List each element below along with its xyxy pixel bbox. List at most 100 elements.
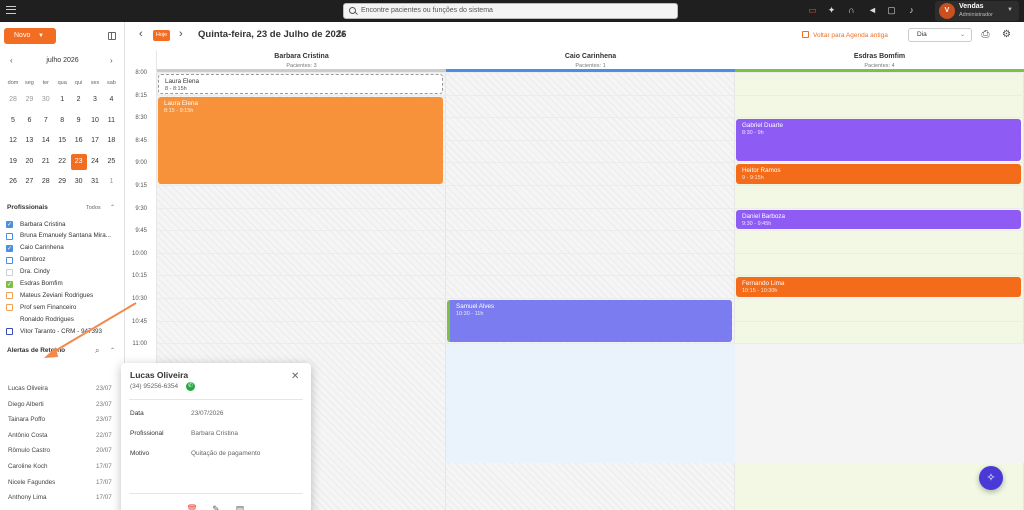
alert-item[interactable]: Rômulo Castro 20/07 [0,444,125,458]
new-button[interactable]: Novo ▼ [4,28,56,44]
print-icon[interactable]: ⎙ [980,29,991,40]
professional-item[interactable]: Prof sem Financeiro [6,302,124,314]
calendar-day[interactable]: 29 [54,174,70,190]
available-slot-area[interactable] [446,343,735,464]
whatsapp-icon[interactable]: ✆ [186,382,195,391]
calendar-day[interactable]: 28 [5,92,21,108]
collapse-sidebar-icon[interactable] [108,32,116,40]
calendar-day[interactable]: 7 [38,113,54,129]
professional-item[interactable]: Mateus Zeviani Rodrigues [6,290,124,302]
calendar-day[interactable]: 1 [103,174,119,190]
appointment-block[interactable]: Laura Elena 8:15 - 9:15h [158,96,443,184]
calendar-day[interactable]: 30 [38,92,54,108]
calendar-day[interactable]: 4 [103,92,119,108]
professional-checkbox[interactable] [6,292,13,300]
calendar-day[interactable]: 6 [21,113,37,129]
calendar-day[interactable]: 10 [87,113,103,129]
professional-item[interactable]: Bruna Emanuely Santana Mira... [6,231,124,243]
calendar-day[interactable]: 29 [21,92,37,108]
delete-icon[interactable]: 🗑 [185,502,199,510]
professional-item[interactable]: Ronaldo Rodrigues [6,314,124,326]
calendar-day[interactable]: 20 [21,154,37,170]
calendar-day[interactable]: 24 [87,154,103,170]
bell-icon[interactable]: ♪ [906,5,917,16]
assistant-fab[interactable]: ✧ [979,466,1003,490]
prev-day-icon[interactable]: ‹ [139,28,143,40]
chevron-up-icon[interactable]: ⌃ [110,204,115,211]
appointment-block[interactable]: Daniel Barboza 9:30 - 9:45h [736,209,1021,230]
calendar-day[interactable]: 9 [71,113,87,129]
professional-item[interactable]: ✓ Esdras Bomfim [6,279,124,291]
megaphone-icon[interactable]: ◄ [867,5,878,16]
available-slot-area[interactable] [735,343,1024,464]
professional-checkbox[interactable] [6,256,13,264]
menu-icon[interactable] [6,6,16,14]
calendar-day[interactable]: 14 [38,133,54,149]
professional-checkbox[interactable] [6,328,13,336]
professional-checkbox[interactable] [6,304,13,312]
alert-item[interactable]: Lucas Oliveira 23/07 [0,382,125,396]
appointment-block[interactable]: Laura Elena 8 - 8:15h [158,74,443,94]
settings-icon[interactable]: ⚙ [1001,29,1012,40]
appointment-block[interactable]: Heitor Ramos 9 - 9:15h [736,164,1021,184]
professional-item[interactable]: Dambroz [6,255,124,267]
refresh-icon[interactable]: ↻ [337,29,345,40]
search-icon[interactable]: ⌕ [95,346,99,356]
today-button[interactable]: Hoje [153,30,170,41]
next-day-icon[interactable]: › [179,28,183,40]
professional-item[interactable]: Dra. Cindy [6,267,124,279]
appointment-block[interactable]: Gabriel Duarte 8:30 - 9h [736,119,1021,162]
alert-item[interactable]: Anthony Lima 17/07 [0,491,125,505]
appointment-block[interactable]: Fernando Lima 10:15 - 10:30h [736,277,1021,297]
calendar-day[interactable]: 31 [87,174,103,190]
compass-icon[interactable]: ✦ [826,5,837,16]
next-month-icon[interactable]: › [110,56,113,65]
appointment-block[interactable]: Samuel Alves 10:30 - 11h [447,300,732,343]
reschedule-icon[interactable]: ▤ [233,502,247,510]
video-icon[interactable]: ▭ [807,5,818,16]
calendar-day[interactable]: 27 [21,174,37,190]
calendar-day[interactable]: 28 [38,174,54,190]
calendar-day[interactable]: 2 [71,92,87,108]
professional-item[interactable]: ✓ Barbara Cristina [6,219,124,231]
calendar-day[interactable]: 12 [5,133,21,149]
professional-checkbox[interactable] [6,268,13,276]
calendar-day[interactable]: 1 [54,92,70,108]
headset-icon[interactable]: ∩ [846,5,857,16]
calendar-day[interactable]: 5 [5,113,21,129]
calendar-day[interactable]: 22 [54,154,70,170]
global-search-input[interactable]: Encontre pacientes ou funções do sistema [343,3,678,19]
view-select[interactable]: Dia ⌄ [908,28,972,42]
calendar-day[interactable]: 17 [87,133,103,149]
todos-toggle[interactable]: Todos [86,205,101,211]
alert-item[interactable]: Tainara Poffo 23/07 [0,413,125,427]
calendar-day[interactable]: 26 [5,174,21,190]
alert-item[interactable]: Diego Alberti 23/07 [0,398,125,412]
professional-item[interactable]: ✓ Caio Carinhena [6,243,124,255]
calendar-day[interactable]: 21 [38,154,54,170]
calendar-day[interactable]: 3 [87,92,103,108]
calendar-day[interactable]: 15 [54,133,70,149]
calendar-day[interactable]: 11 [103,113,119,129]
calendar-day[interactable]: 30 [71,174,87,190]
chevron-up-icon[interactable]: ⌃ [110,347,115,354]
chat-icon[interactable]: ▢ [886,5,897,16]
alert-item[interactable]: Antônio Costa 22/07 [0,429,125,443]
legacy-agenda-link[interactable]: Voltar para Agenda antiga [802,31,888,39]
professional-item[interactable]: Vitor Taranto - CRM - 947393 [6,326,124,338]
edit-icon[interactable]: ✎ [209,502,223,510]
calendar-day[interactable]: 16 [71,133,87,149]
calendar-day[interactable]: 19 [5,154,21,170]
alert-item[interactable]: Nicele Fagundes 17/07 [0,476,125,490]
alert-item[interactable]: Caroline Koch 17/07 [0,460,125,474]
calendar-day[interactable]: 25 [103,154,119,170]
professional-checkbox[interactable] [6,232,13,240]
calendar-day[interactable]: 13 [21,133,37,149]
professional-checkbox[interactable]: ✓ [6,244,13,252]
calendar-day[interactable]: 18 [103,133,119,149]
close-icon[interactable]: ✕ [291,371,299,382]
calendar-day[interactable]: 23 [70,153,87,170]
professional-checkbox[interactable]: ✓ [6,221,13,228]
user-menu[interactable]: V Vendas Administrador ▼ [935,1,1019,21]
professional-checkbox[interactable]: ✓ [6,280,13,288]
